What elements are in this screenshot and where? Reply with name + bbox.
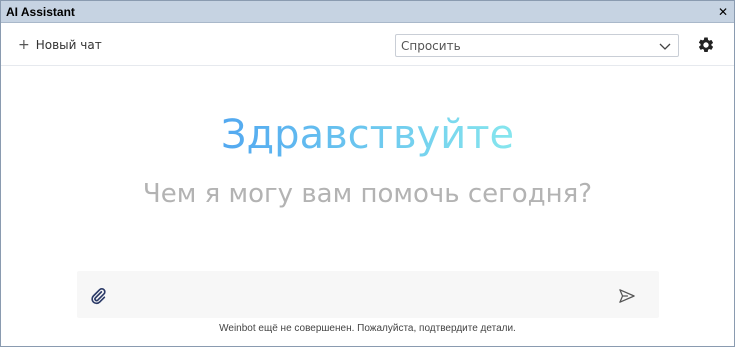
new-chat-label: Новый чат	[35, 38, 102, 52]
toolbar: + Новый чат Спросить	[1, 24, 734, 66]
new-chat-button[interactable]: + Новый чат	[18, 36, 102, 54]
plus-icon: +	[18, 37, 30, 53]
gear-icon[interactable]	[697, 36, 715, 54]
title-bar: AI Assistant ✕	[1, 1, 734, 23]
window-title: AI Assistant	[6, 4, 75, 19]
mode-select-value: Спросить	[401, 38, 461, 53]
disclaimer-text: Weinbot ещё не совершенен. Пожалуйста, п…	[219, 323, 516, 334]
send-icon[interactable]	[618, 288, 636, 304]
greeting-heading: Здравствуйте	[220, 112, 515, 158]
greeting-subtitle: Чем я могу вам помочь сегодня?	[142, 179, 593, 209]
greeting-container: Здравствуйте	[1, 109, 734, 161]
message-input[interactable]	[117, 281, 607, 309]
close-icon[interactable]: ✕	[718, 6, 728, 18]
chevron-down-icon	[659, 43, 671, 50]
paperclip-icon[interactable]	[89, 287, 107, 305]
message-composer	[77, 271, 659, 318]
mode-select[interactable]: Спросить	[395, 34, 679, 57]
ai-assistant-window: AI Assistant ✕ + Новый чат Спросить Здра…	[0, 0, 735, 347]
